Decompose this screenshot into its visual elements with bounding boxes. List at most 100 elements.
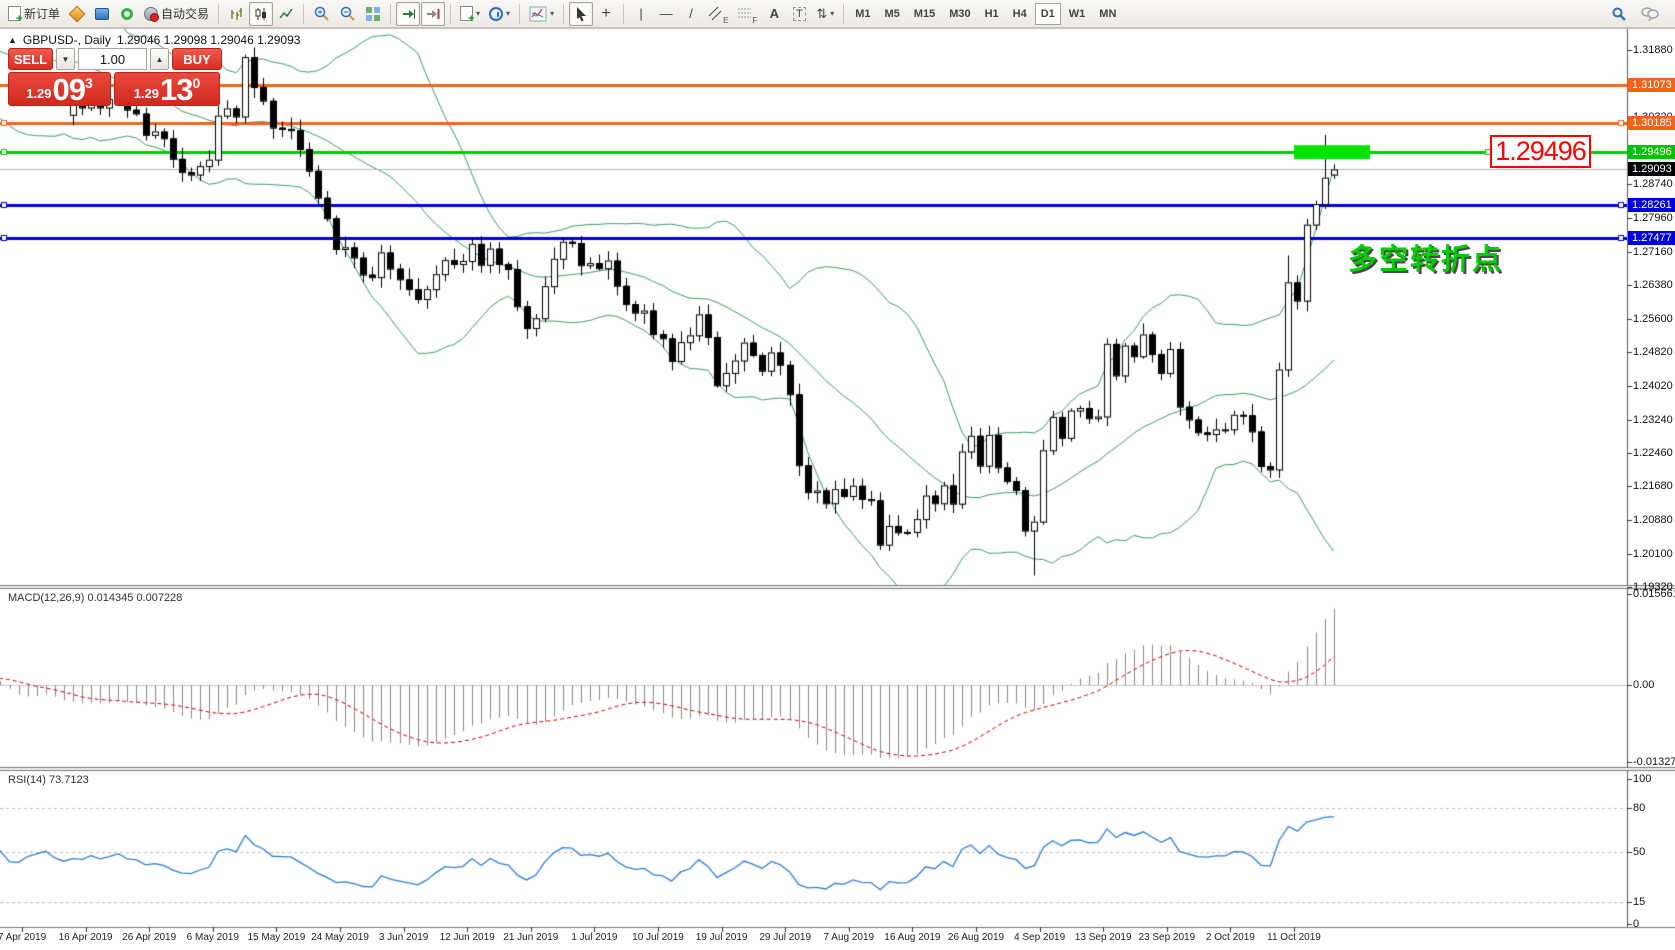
profiles-button[interactable]: ▾ — [485, 2, 514, 26]
timeframe-m15[interactable]: M15 — [908, 3, 941, 25]
cursor-icon — [574, 6, 588, 22]
line-chart-button[interactable] — [274, 2, 298, 26]
symbol-period-label: GBPUSD-, Daily — [23, 33, 111, 47]
price-line-label-1.27477: 1.27477 — [1628, 231, 1675, 245]
signals-button[interactable] — [115, 2, 139, 26]
macd-axis-tick: 0.00 — [1633, 679, 1654, 691]
tile-windows-icon — [366, 7, 380, 21]
price-callout-box[interactable]: 1.29496 — [1490, 135, 1591, 168]
date-axis-label: 16 Apr 2019 — [51, 932, 121, 943]
buy-price-prefix: 1.29 — [134, 86, 159, 101]
gold-box-icon — [69, 5, 86, 22]
candlestick-chart-button[interactable] — [249, 2, 273, 26]
fibonacci-tool-button[interactable]: F — [733, 2, 761, 26]
timeframe-m5[interactable]: M5 — [879, 3, 906, 25]
rsi-indicator-label: RSI(14) 73.7123 — [8, 774, 89, 786]
channel-tool-button[interactable]: E — [704, 2, 732, 26]
volume-decrease-button[interactable]: ▼ — [56, 48, 75, 70]
bar-chart-button[interactable] — [224, 2, 248, 26]
text-label-tool-button[interactable]: T — [787, 2, 811, 26]
one-click-toggle-icon[interactable]: ▲ — [8, 35, 17, 45]
horizontal-line-icon: — — [660, 6, 673, 21]
sell-button[interactable]: SELL — [8, 48, 53, 70]
main-toolbar: + 新订单 自动交易 + ▾ ▾ ▾ — [0, 0, 1675, 28]
date-axis-label: 11 Oct 2019 — [1259, 932, 1329, 943]
timeframe-d1[interactable]: D1 — [1035, 3, 1061, 25]
channel-icon — [708, 6, 723, 21]
fibonacci-icon — [737, 6, 752, 21]
sell-price-tile[interactable]: 1.29 09 3 — [8, 72, 111, 106]
horizontal-line-tool-button[interactable]: — — [654, 2, 678, 26]
date-axis-label: 3 Jun 2019 — [369, 932, 439, 943]
market-watch-button[interactable] — [65, 2, 89, 26]
new-chart-button[interactable]: + ▾ — [456, 2, 484, 26]
chart-shift-button[interactable] — [421, 2, 445, 26]
tile-windows-button[interactable] — [361, 2, 385, 26]
vertical-line-icon: | — [639, 6, 642, 21]
chat-button[interactable] — [1637, 2, 1663, 26]
date-axis-label: 4 Sep 2019 — [1005, 932, 1075, 943]
price-line-label-1.30185: 1.30185 — [1628, 116, 1675, 130]
date-axis-label: 26 Apr 2019 — [114, 932, 184, 943]
crosshair-tool-button[interactable]: + — [594, 2, 618, 26]
zoom-in-button[interactable] — [309, 2, 334, 26]
cursor-tool-button[interactable] — [569, 2, 593, 26]
timeframe-w1[interactable]: W1 — [1063, 3, 1092, 25]
buy-button[interactable]: BUY — [172, 48, 222, 70]
chevron-down-icon: ▾ — [830, 9, 834, 18]
price-line-label-1.28261: 1.28261 — [1628, 198, 1675, 212]
rsi-axis-tick: 50 — [1633, 846, 1645, 858]
sell-price-pipette: 3 — [85, 75, 93, 91]
arrows-tool-button[interactable]: ⇅ ▾ — [812, 2, 838, 26]
rsi-axis-tick: 15 — [1633, 896, 1645, 908]
buy-price-tile[interactable]: 1.29 13 0 — [114, 72, 220, 106]
date-axis-label: 29 Jul 2019 — [750, 932, 820, 943]
price-axis-tick: 1.25600 — [1633, 313, 1673, 325]
price-line-label-1.29496: 1.29496 — [1628, 145, 1675, 159]
timeframe-m30[interactable]: M30 — [943, 3, 976, 25]
timeframe-h1[interactable]: H1 — [979, 3, 1005, 25]
buy-price-pipette: 0 — [193, 75, 201, 91]
new-chart-icon: + — [460, 6, 473, 21]
date-axis-label: 24 May 2019 — [305, 932, 375, 943]
text-tool-button[interactable]: A — [762, 2, 786, 26]
expert-advisors-button[interactable] — [90, 2, 114, 26]
timeframe-mn[interactable]: MN — [1093, 3, 1122, 25]
trendline-tool-button[interactable]: / — [679, 2, 703, 26]
price-axis-tick: 1.21680 — [1633, 480, 1673, 492]
vertical-line-tool-button[interactable]: | — [629, 2, 653, 26]
new-order-button[interactable]: + 新订单 — [4, 2, 64, 26]
indicators-button[interactable]: ▾ — [525, 2, 558, 26]
candlestick-chart-icon — [253, 6, 269, 22]
ohlc-values: 1.29046 1.29098 1.29046 1.29093 — [117, 33, 301, 47]
clock-icon — [489, 7, 503, 21]
date-axis-label: 7 Apr 2019 — [0, 932, 57, 943]
date-axis-label: 26 Aug 2019 — [941, 932, 1011, 943]
bar-chart-icon — [228, 6, 244, 22]
price-axis-tick: 1.31880 — [1633, 44, 1673, 56]
autotrading-button[interactable]: 自动交易 — [140, 2, 213, 26]
timeframe-m1[interactable]: M1 — [849, 3, 876, 25]
auto-scroll-button[interactable] — [396, 2, 420, 26]
date-axis-label: 2 Oct 2019 — [1195, 932, 1265, 943]
search-icon — [1611, 6, 1627, 22]
macd-axis-tick: 0.015661 — [1633, 588, 1675, 600]
text-label-icon: T — [793, 7, 806, 21]
chart-canvas[interactable] — [0, 0, 1675, 950]
volume-input[interactable] — [78, 48, 147, 70]
zoom-out-button[interactable] — [335, 2, 360, 26]
signal-icon — [121, 8, 133, 20]
price-axis-tick: 1.28740 — [1633, 178, 1673, 190]
date-axis-label: 21 Jun 2019 — [496, 932, 566, 943]
price-axis-tick: 1.27960 — [1633, 212, 1673, 224]
date-axis-label: 12 Jun 2019 — [432, 932, 502, 943]
crosshair-icon: + — [601, 5, 610, 23]
trendline-icon: / — [689, 6, 693, 21]
indicators-icon — [529, 6, 547, 22]
timeframe-h4[interactable]: H4 — [1007, 3, 1033, 25]
volume-increase-button[interactable]: ▲ — [150, 48, 169, 70]
date-axis-label: 16 Aug 2019 — [877, 932, 947, 943]
macd-axis-tick: -0.013276 — [1633, 756, 1675, 768]
search-button[interactable] — [1607, 2, 1631, 26]
turning-point-annotation[interactable]: 多空转折点 — [1348, 236, 1503, 278]
